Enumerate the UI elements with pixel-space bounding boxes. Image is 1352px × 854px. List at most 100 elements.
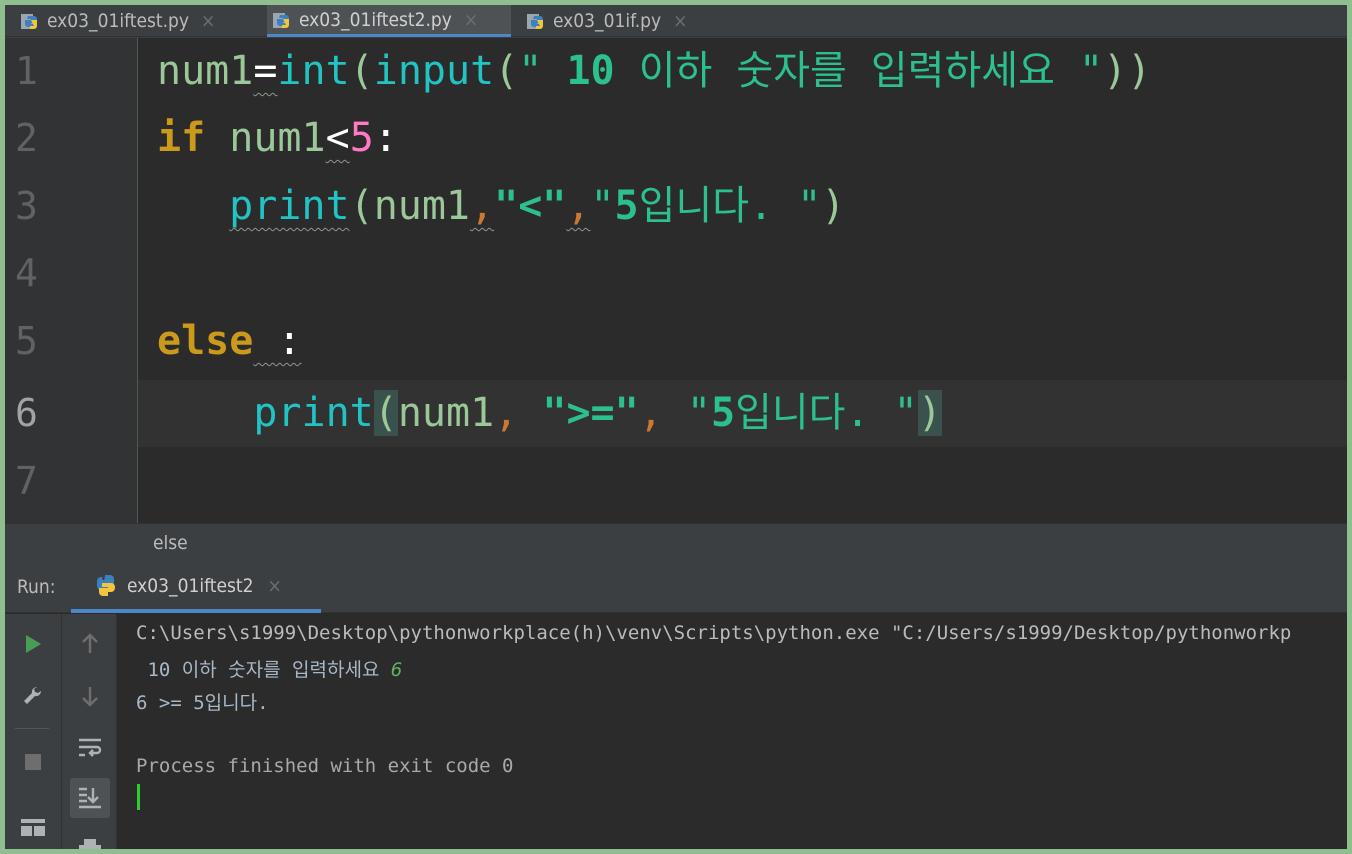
token-string-number: 5 (614, 183, 639, 229)
run-label: Run: (17, 576, 56, 598)
layout-button[interactable] (13, 808, 53, 848)
up-stack-button[interactable] (70, 624, 110, 664)
tab-ex03-01iftest[interactable]: ex03_01iftest.py × (19, 5, 255, 37)
run-tab-label: ex03_01iftest2 (127, 575, 254, 597)
token-paren: )) (1103, 48, 1152, 94)
token-string: 입니다. " (638, 183, 822, 229)
token-variable: num1 (397, 390, 495, 436)
code-line-1[interactable]: num1=int(input(" 10 이하 숫자를 입력하세요 ")) (157, 38, 1151, 105)
tab-close-icon[interactable]: × (673, 10, 687, 32)
token-number: 5 (349, 115, 374, 161)
console-input-value: 6 (390, 659, 403, 681)
arrow-down-icon (82, 687, 98, 707)
close-icon[interactable]: × (267, 575, 281, 597)
token-comma: , (470, 183, 495, 229)
token-paren-matched: ( (373, 390, 398, 436)
token-builtin: print (229, 183, 350, 229)
wrench-icon (24, 686, 42, 704)
run-toolbar-secondary (62, 614, 117, 849)
rerun-button[interactable] (13, 624, 53, 664)
breadcrumb-item[interactable]: else (153, 532, 188, 554)
token-builtin: int (277, 48, 350, 94)
token-variable: num1 (157, 48, 254, 94)
token-builtin: input (373, 48, 495, 94)
token-string: 이하 숫자를 입력하세요 " (614, 48, 1104, 94)
run-config-tab[interactable]: ex03_01iftest2 × (71, 563, 321, 613)
line-number: 1 (15, 49, 38, 93)
token-paren: ) (821, 183, 846, 229)
run-panel-header: Run: ex03_01iftest2 × (5, 563, 1347, 613)
token-paren: ( (494, 48, 519, 94)
stop-button[interactable] (13, 742, 53, 782)
python-file-icon (21, 14, 37, 29)
token-keyword: else (157, 318, 254, 364)
token-paren-matched: ) (917, 390, 942, 436)
code-editor[interactable]: 1 2 3 4 5 6 7 num1=int(input(" 10 이하 숫자를… (5, 38, 1347, 523)
run-toolbar-primary (5, 614, 62, 849)
token-string: "<" (494, 183, 567, 229)
python-icon (97, 575, 115, 596)
token-string: " (590, 183, 615, 229)
token-string: " (686, 390, 711, 436)
tab-ex03-01if[interactable]: ex03_01if.py × (525, 5, 715, 37)
soft-wrap-icon (79, 738, 102, 757)
console-prompt: 10 이하 숫자를 입력하세요 (136, 659, 391, 681)
line-number: 4 (15, 251, 38, 295)
down-stack-button[interactable] (70, 676, 110, 716)
line-number-current: 6 (15, 391, 38, 435)
ide-window: ex03_01iftest.py × ex03_01iftest2.py × e… (0, 0, 1352, 854)
layout-icon (21, 819, 45, 836)
token-string: ">=" (542, 390, 639, 436)
code-line-6[interactable]: print(num1, ">=", "5입니다. ") (157, 380, 942, 447)
token-operator: = (253, 48, 278, 94)
console-output[interactable]: C:\Users\s1999\Desktop\pythonworkplace(h… (118, 614, 1347, 849)
python-file-icon (273, 12, 289, 28)
token-comma: , (638, 390, 663, 436)
token-variable: num1 (229, 115, 326, 161)
token-colon: : (253, 318, 302, 364)
console-exit-line: Process finished with exit code 0 (136, 755, 514, 777)
token-comma: , (566, 183, 591, 229)
line-number: 7 (15, 459, 38, 503)
token-variable: num1 (373, 183, 471, 229)
token-comma: , (494, 390, 519, 436)
tab-ex03-01iftest2[interactable]: ex03_01iftest2.py × (267, 5, 511, 37)
tab-close-icon[interactable]: × (464, 9, 478, 31)
toolbar-divider (15, 728, 49, 729)
tab-label: ex03_01if.py (553, 10, 662, 32)
scroll-to-end-icon (79, 787, 101, 809)
line-number: 3 (15, 184, 38, 228)
breadcrumb: else (5, 523, 1347, 563)
line-number-gutter: 1 2 3 4 5 6 7 (5, 38, 138, 523)
token-string-number: 5 (710, 390, 736, 436)
token-string: " (518, 48, 567, 94)
code-line-3[interactable]: print(num1,"<","5입니다. ") (157, 173, 845, 240)
token-string: 입니다. " (735, 390, 918, 436)
run-panel: Run: ex03_01iftest2 × C:\Users\s1999\Des… (5, 563, 1347, 849)
console-command-line: C:\Users\s1999\Desktop\pythonworkplace(h… (136, 622, 1292, 644)
token-colon: : (373, 115, 398, 161)
tab-close-icon[interactable]: × (201, 10, 215, 32)
soft-wrap-button[interactable] (70, 728, 110, 768)
tab-label: ex03_01iftest.py (47, 10, 189, 32)
token-operator: < (325, 115, 350, 161)
console-prompt-line: 10 이하 숫자를 입력하세요 6 (136, 655, 402, 682)
python-file-icon (527, 14, 543, 29)
console-output-line: 6 >= 5입니다. (136, 692, 269, 714)
token-string-number: 10 (566, 48, 615, 94)
editor-tab-bar: ex03_01iftest.py × ex03_01iftest2.py × e… (5, 5, 1347, 37)
arrow-up-icon (82, 633, 98, 653)
scroll-to-end-button[interactable] (70, 778, 110, 818)
token-paren: ( (349, 48, 374, 94)
token-paren: ( (349, 183, 374, 229)
token-builtin: print (253, 390, 374, 436)
line-number: 2 (15, 116, 38, 160)
play-icon (26, 635, 41, 653)
stop-icon (25, 754, 41, 770)
line-number: 5 (15, 319, 38, 363)
code-line-5[interactable]: else : (157, 308, 302, 375)
edit-configuration-button[interactable] (13, 676, 53, 716)
print-icon (79, 839, 101, 849)
print-button[interactable] (70, 828, 110, 849)
code-line-2[interactable]: if num1<5: (157, 105, 398, 172)
